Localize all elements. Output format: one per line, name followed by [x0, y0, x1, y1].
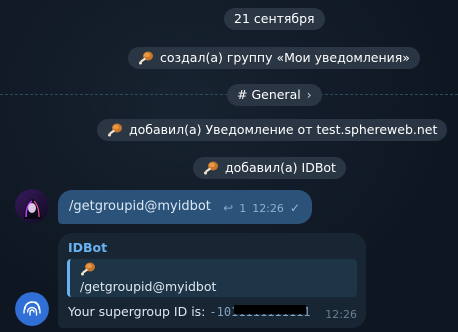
- service-message-added-idbot: добавил(а) IDBot: [193, 157, 346, 179]
- reply-icon[interactable]: ↩: [223, 201, 233, 215]
- date-separator: 21 сентября: [224, 8, 325, 30]
- service-text: добавил(а) Уведомление от test.sphereweb…: [129, 122, 438, 137]
- message-meta: ↩ 1 12:26 ✓: [223, 201, 300, 215]
- outgoing-message[interactable]: /getgroupid@myidbot ↩ 1 12:26 ✓: [58, 190, 312, 224]
- chevron-right-icon: ›: [306, 88, 312, 102]
- redaction-bar: [234, 305, 307, 314]
- poultry-leg-icon: [107, 122, 123, 138]
- poultry-leg-icon: [203, 160, 219, 176]
- message-text: /getgroupid@myidbot: [69, 199, 211, 214]
- poultry-leg-icon: [80, 261, 96, 277]
- service-message-created-group: создал(а) группу «Мои уведомления»: [128, 47, 420, 69]
- reply-quote[interactable]: /getgroupid@myidbot: [67, 259, 357, 297]
- check-icon: ✓: [289, 201, 300, 215]
- message-time: 12:26: [252, 201, 284, 215]
- topic-label: # General: [237, 87, 301, 102]
- user-avatar[interactable]: [15, 189, 49, 223]
- group-id[interactable]: -1011111111111: [209, 305, 311, 319]
- date-label: 21 сентября: [234, 11, 315, 26]
- poultry-leg-icon: [138, 50, 154, 66]
- service-text: создал(а) группу «Мои уведомления»: [160, 50, 410, 65]
- service-text: добавил(а) IDBot: [225, 160, 336, 175]
- idbot-avatar[interactable]: [15, 292, 49, 326]
- topic-general-button[interactable]: # General ›: [227, 84, 322, 106]
- result-prefix: Your supergroup ID is:: [68, 304, 210, 319]
- message-time: 12:26: [325, 308, 357, 321]
- quote-text: /getgroupid@myidbot: [80, 279, 217, 294]
- service-message-added-notification: добавил(а) Уведомление от test.sphereweb…: [97, 119, 448, 141]
- sender-name[interactable]: IDBot: [68, 240, 107, 255]
- result-line: Your supergroup ID is: -1011111111111: [68, 304, 311, 319]
- reply-count: 1: [239, 201, 247, 215]
- incoming-message[interactable]: IDBot /getgroupid@myidbot Your supergrou…: [58, 233, 366, 328]
